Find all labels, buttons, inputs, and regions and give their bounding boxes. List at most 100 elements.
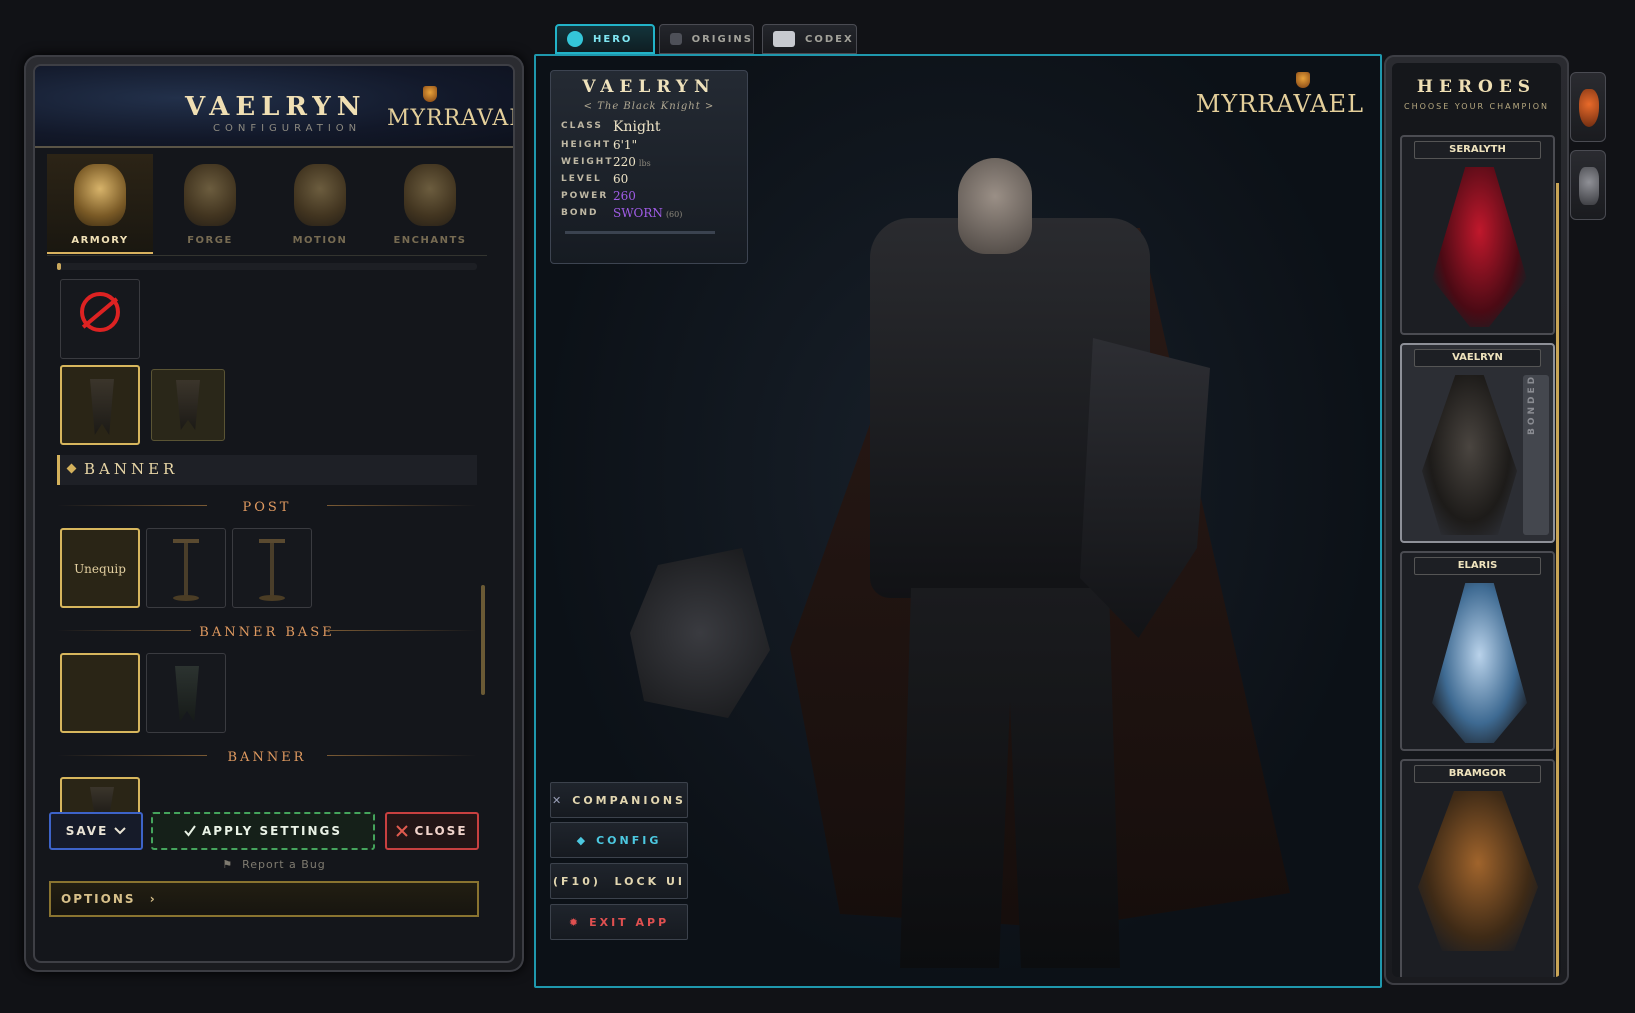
lock-ui-label: (F10) LOCK UI — [553, 874, 685, 888]
options-label: OPTIONS — [61, 892, 136, 906]
lock-ui-button[interactable]: (F10) LOCK UI — [550, 863, 688, 899]
banner-base-empty-slot[interactable] — [60, 653, 140, 733]
heroes-subtitle: CHOOSE YOUR CHAMPION — [1403, 102, 1549, 111]
hero-portrait — [1432, 583, 1527, 743]
subsection-title: BANNER BASE — [191, 625, 343, 640]
tab-motion[interactable]: MOTION — [267, 154, 373, 254]
banner-post-icon — [173, 539, 199, 601]
companions-label: COMPANIONS — [572, 793, 686, 807]
hero-card-bramgor[interactable]: BRAMGOR — [1400, 759, 1555, 977]
none-item-slot[interactable] — [60, 279, 140, 359]
configuration-panel: VAELRYN CONFIGURATION MYRRAVAEL ARMORY F… — [24, 55, 524, 972]
dragon-emblem-button[interactable] — [1570, 150, 1606, 220]
heroes-scrollbar[interactable] — [1556, 183, 1559, 977]
crest-icon — [1579, 89, 1599, 127]
cape-item-slot[interactable] — [151, 369, 225, 441]
sword-icon: ✕ — [552, 793, 565, 807]
section-header-banner[interactable]: BANNER — [57, 455, 477, 485]
brand-crest-icon — [1296, 72, 1310, 88]
tab-hero[interactable]: HERO — [555, 24, 655, 54]
faction-crest-button[interactable] — [1570, 72, 1606, 142]
stat-key: WEIGHT — [561, 157, 614, 167]
subsection-banner-base: BANNER BASE — [57, 621, 477, 641]
category-tabs: ARMORY FORGE MOTION ENCHANTS — [47, 154, 487, 256]
tab-label: FORGE — [187, 235, 233, 246]
stat-key: BOND — [561, 208, 599, 218]
tab-label: HERO — [593, 33, 633, 45]
hero-portrait — [1422, 375, 1517, 535]
heroes-panel: HEROES CHOOSE YOUR CHAMPION SERALYTH VAE… — [1384, 55, 1569, 985]
hero-name: VAELRYN — [582, 77, 716, 97]
save-button[interactable]: SAVE — [49, 812, 143, 850]
hero-card-seralyth[interactable]: SERALYTH — [1400, 135, 1555, 335]
hero-model[interactable] — [630, 108, 1290, 986]
armory-crest-icon — [74, 164, 126, 226]
enchants-scroll-icon — [404, 164, 456, 226]
save-label: SAVE — [65, 824, 109, 838]
bonded-tag: BONDED — [1523, 373, 1549, 535]
divider-line — [327, 505, 477, 506]
subsection-title: POST — [234, 500, 300, 515]
exit-app-button[interactable]: ✹ EXIT APP — [550, 904, 688, 940]
configuration-header: VAELRYN CONFIGURATION MYRRAVAEL — [35, 66, 513, 148]
stat-key: HEIGHT — [561, 140, 612, 150]
divider-line — [327, 630, 477, 631]
divider-line — [327, 755, 477, 756]
post-item-slot[interactable] — [232, 528, 312, 608]
hero-card-name: BRAMGOR — [1414, 765, 1541, 783]
companions-button[interactable]: ✕ COMPANIONS — [550, 782, 688, 818]
unequip-slot[interactable]: Unequip — [60, 528, 140, 608]
config-button[interactable]: ◆ CONFIG — [550, 822, 688, 858]
tab-label: MOTION — [292, 235, 348, 246]
banner-post-icon — [259, 539, 285, 601]
subsection-title: BANNER — [219, 750, 315, 765]
report-bug-label: Report a Bug — [242, 858, 326, 871]
apply-settings-button[interactable]: APPLY SETTINGS — [151, 812, 375, 850]
hero-card-vaelryn[interactable]: VAELRYN BONDED — [1400, 343, 1555, 543]
cape-icon — [176, 380, 200, 430]
diamond-icon — [66, 463, 77, 474]
forge-shield-icon — [184, 164, 236, 226]
tab-forge[interactable]: FORGE — [157, 154, 263, 254]
tab-label: ORIGINS — [691, 33, 753, 45]
heroes-panel-body: HEROES CHOOSE YOUR CHAMPION SERALYTH VAE… — [1392, 63, 1561, 977]
stat-key: POWER — [561, 191, 609, 201]
apply-label: APPLY SETTINGS — [201, 824, 342, 838]
scrollbar-thumb[interactable] — [481, 585, 485, 695]
heroes-title: HEROES — [1416, 77, 1537, 97]
compass-icon — [567, 31, 583, 47]
tab-origins[interactable]: ORIGINS — [659, 24, 754, 54]
cape-item-slot-selected[interactable] — [60, 365, 140, 445]
report-bug-link[interactable]: ⚑ Report a Bug — [35, 858, 513, 871]
divider-line — [57, 505, 207, 506]
check-icon — [184, 825, 196, 837]
hero-viewport[interactable]: VAELRYN < The Black Knight > CLASS Knigh… — [534, 54, 1382, 988]
gear-icon: ✹ — [568, 915, 582, 929]
options-expander[interactable]: OPTIONS › — [49, 881, 479, 917]
chevron-right-icon: › — [149, 892, 157, 906]
post-item-slot[interactable] — [146, 528, 226, 608]
flag-icon: ⚑ — [222, 858, 243, 871]
tab-enchants[interactable]: ENCHANTS — [377, 154, 483, 254]
hero-head — [958, 158, 1032, 254]
tab-label: ENCHANTS — [393, 235, 467, 246]
tab-codex[interactable]: CODEX — [762, 24, 857, 54]
tab-label: CODEX — [805, 33, 854, 45]
hero-portrait — [1432, 167, 1527, 327]
motion-heart-icon — [294, 164, 346, 226]
hero-card-name: ELARIS — [1414, 557, 1541, 575]
close-button[interactable]: CLOSE — [385, 812, 479, 850]
dragon-icon — [1579, 167, 1599, 205]
hero-card-name: SERALYTH — [1414, 141, 1541, 159]
hero-portrait — [1418, 791, 1538, 951]
close-label: CLOSE — [414, 824, 468, 838]
config-label: CONFIG — [596, 833, 662, 847]
tab-armory[interactable]: ARMORY — [47, 154, 153, 254]
scroll-progress-bar — [57, 263, 477, 270]
hero-card-elaris[interactable]: ELARIS — [1400, 551, 1555, 751]
scroll-progress-fill — [57, 263, 62, 270]
stat-key: LEVEL — [561, 174, 602, 184]
bonded-label: BONDED — [1527, 373, 1537, 435]
banner-item-slot[interactable] — [60, 777, 140, 817]
banner-base-item-slot[interactable] — [146, 653, 226, 733]
